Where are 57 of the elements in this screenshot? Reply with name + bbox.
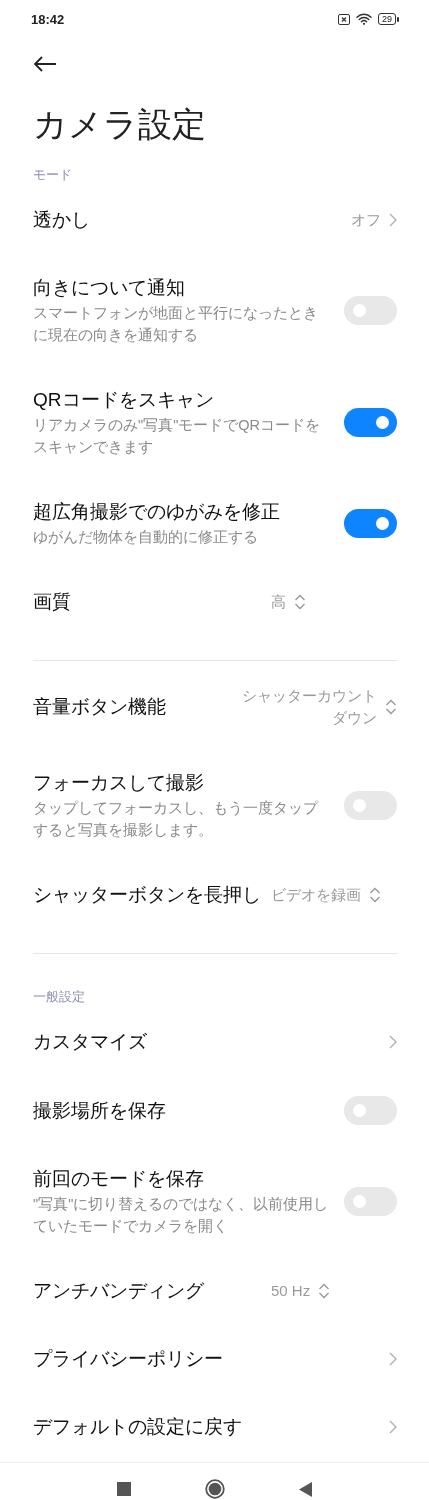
setting-title: 透かし bbox=[33, 208, 91, 232]
battery-icon: 29 bbox=[378, 13, 399, 25]
chevron-right-icon bbox=[389, 213, 397, 227]
setting-description: タップしてフォーカスし、もう一度タップすると写真を撮影します。 bbox=[33, 799, 320, 840]
settings-row[interactable]: カスタマイズ bbox=[33, 1008, 397, 1076]
home-icon[interactable] bbox=[205, 1479, 225, 1499]
settings-row[interactable]: 超広角撮影でのゆがみを修正 ゆがんだ物体を自動的に修正する bbox=[33, 478, 397, 568]
up-down-icon bbox=[369, 887, 381, 903]
toggle-switch[interactable] bbox=[344, 508, 397, 538]
setting-description: スマートフォンが地面と平行になったときに現在の向きを通知する bbox=[33, 304, 319, 345]
settings-row[interactable]: 音量ボタン機能 シャッターカウントダウン bbox=[33, 665, 397, 749]
setting-value: シャッターカウントダウン bbox=[241, 686, 377, 728]
setting-title: プライバシーポリシー bbox=[33, 1347, 224, 1371]
back-icon[interactable] bbox=[299, 1481, 312, 1497]
settings-row[interactable]: シャッターボタンを長押し ビデオを録画 bbox=[33, 861, 397, 929]
settings-row[interactable]: QRコードをスキャン リアカメラのみ"写真"モードでQRコードをスキャンできます bbox=[33, 366, 397, 478]
status-time: 18:42 bbox=[31, 11, 66, 27]
page-title: カメラ設定 bbox=[33, 104, 207, 145]
toggle-switch[interactable] bbox=[344, 407, 397, 437]
setting-title: 前回のモードを保存 bbox=[33, 1167, 205, 1191]
settings-row[interactable]: プライバシーポリシー bbox=[33, 1325, 397, 1393]
settings-row[interactable]: 透かし オフ bbox=[33, 186, 397, 254]
setting-value: 50 Hz bbox=[271, 1281, 311, 1301]
chevron-right-icon bbox=[389, 1352, 397, 1366]
setting-title: フォーカスして撮影 bbox=[33, 771, 205, 795]
setting-title: カスタマイズ bbox=[33, 1030, 148, 1054]
chevron-right-icon bbox=[389, 1420, 397, 1434]
settings-row[interactable]: 向きについて通知 スマートフォンが地面と平行になったときに現在の向きを通知する bbox=[33, 254, 397, 366]
section-header: 一般設定 bbox=[33, 988, 86, 1006]
settings-row[interactable]: アンチバンディング 50 Hz bbox=[33, 1257, 397, 1325]
up-down-icon bbox=[318, 1283, 331, 1299]
setting-title: デフォルトの設定に戻す bbox=[33, 1415, 243, 1439]
setting-title: 画質 bbox=[33, 590, 72, 614]
section-header: モード bbox=[33, 166, 73, 184]
setting-description: ゆがんだ物体を自動的に修正する bbox=[33, 528, 259, 547]
settings-row[interactable]: フォーカスして撮影 タップしてフォーカスし、もう一度タップすると写真を撮影します。 bbox=[33, 749, 397, 861]
setting-title: シャッターボタンを長押し bbox=[33, 883, 261, 907]
settings-row[interactable]: 画質 高 bbox=[33, 568, 397, 636]
setting-title: 向きについて通知 bbox=[33, 276, 186, 300]
settings-row[interactable]: デフォルトの設定に戻す bbox=[33, 1393, 397, 1461]
chevron-right-icon bbox=[389, 1035, 397, 1049]
wifi-icon bbox=[356, 13, 372, 25]
settings-row[interactable]: 撮影場所を保存 bbox=[33, 1076, 397, 1145]
up-down-icon bbox=[385, 699, 397, 715]
setting-value: オフ bbox=[351, 210, 381, 230]
settings-row[interactable]: 前回のモードを保存 "写真"に切り替えるのではなく、以前使用していたモードでカメラを開く bbox=[33, 1145, 397, 1257]
no-sim-icon bbox=[338, 13, 350, 25]
setting-value: ビデオを録画 bbox=[271, 885, 361, 905]
setting-value: 高 bbox=[271, 592, 286, 612]
setting-title: 超広角撮影でのゆがみを修正 bbox=[33, 500, 281, 524]
up-down-icon bbox=[294, 594, 306, 610]
setting-description: "写真"に切り替えるのではなく、以前使用していたモードでカメラを開く bbox=[33, 1195, 330, 1236]
setting-title: 撮影場所を保存 bbox=[33, 1098, 167, 1123]
setting-title: QRコードをスキャン bbox=[33, 388, 215, 412]
setting-title: アンチバンディング bbox=[33, 1279, 205, 1303]
setting-description: リアカメラのみ"写真"モードでQRコードをスキャンできます bbox=[33, 416, 322, 457]
setting-title: 音量ボタン機能 bbox=[33, 695, 167, 719]
